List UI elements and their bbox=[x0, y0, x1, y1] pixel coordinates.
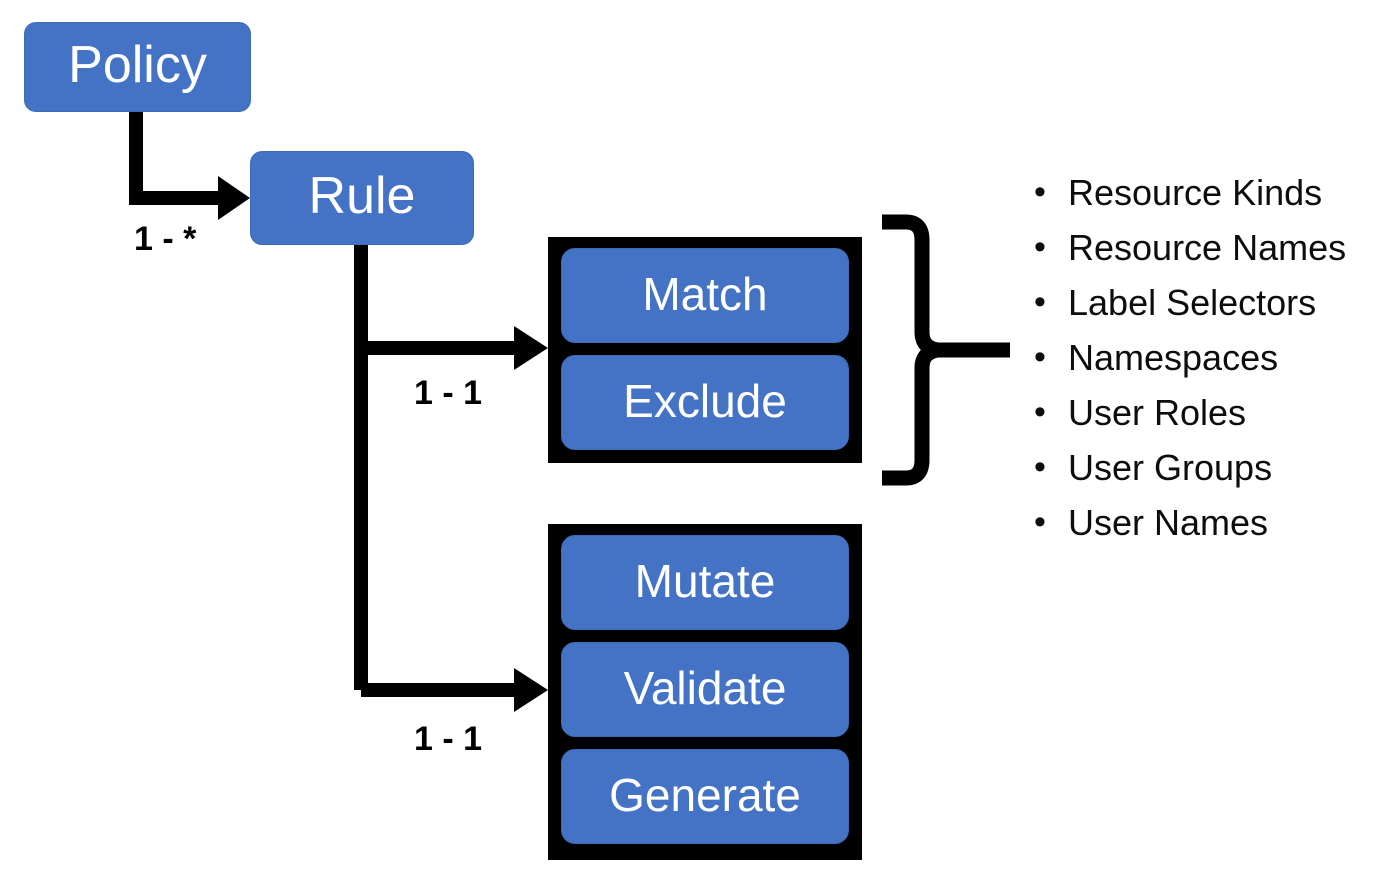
list-item: User Roles bbox=[1030, 385, 1346, 440]
connector-policy-to-rule bbox=[129, 112, 250, 220]
cardinality-policy-rule: 1 - * bbox=[134, 220, 197, 258]
cardinality-rule-action: 1 - 1 bbox=[414, 720, 483, 758]
curly-brace-match-attributes bbox=[882, 214, 1010, 486]
selector-attribute-list: Resource Kinds Resource Names Label Sele… bbox=[1030, 165, 1346, 550]
list-item: Label Selectors bbox=[1030, 275, 1346, 330]
node-generate-label: Generate bbox=[609, 768, 801, 821]
group-mutate-validate-generate: Mutate Validate Generate bbox=[548, 524, 862, 860]
diagram-canvas: Policy Rule Match Exclude Mutate Validat… bbox=[0, 0, 1400, 880]
node-mutate[interactable]: Mutate bbox=[561, 535, 849, 630]
node-exclude-label: Exclude bbox=[623, 374, 787, 427]
list-item: Resource Kinds bbox=[1030, 165, 1346, 220]
node-mutate-label: Mutate bbox=[634, 554, 776, 607]
node-validate-label: Validate bbox=[623, 661, 787, 714]
connector-rule-to-children bbox=[354, 245, 548, 712]
node-match[interactable]: Match bbox=[561, 248, 849, 343]
node-generate[interactable]: Generate bbox=[561, 749, 849, 844]
list-item: Namespaces bbox=[1030, 330, 1346, 385]
cardinality-rule-match: 1 - 1 bbox=[414, 374, 483, 412]
node-policy[interactable]: Policy bbox=[24, 22, 251, 112]
node-match-label: Match bbox=[642, 267, 768, 320]
node-validate[interactable]: Validate bbox=[561, 642, 849, 737]
list-item: User Groups bbox=[1030, 440, 1346, 495]
list-item: User Names bbox=[1030, 495, 1346, 550]
node-rule[interactable]: Rule bbox=[250, 151, 474, 245]
node-rule-label: Rule bbox=[308, 167, 416, 225]
node-exclude[interactable]: Exclude bbox=[561, 355, 849, 450]
node-policy-label: Policy bbox=[68, 36, 207, 94]
group-match-exclude: Match Exclude bbox=[548, 237, 862, 463]
list-item: Resource Names bbox=[1030, 220, 1346, 275]
